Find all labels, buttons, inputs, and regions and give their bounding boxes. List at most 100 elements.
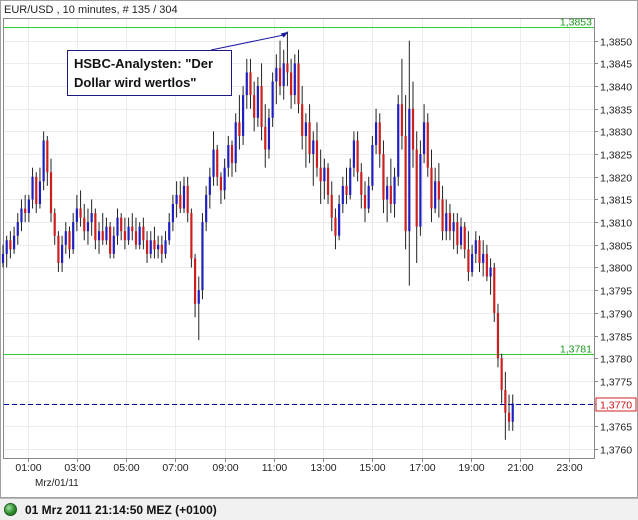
x-tick-label: 07:00 (162, 462, 188, 474)
candle-body-up (175, 194, 178, 204)
candle-body-up (164, 240, 167, 254)
candle-body-up (86, 222, 90, 232)
candle-body-up (116, 217, 119, 236)
y-tick-label: 1,3830 (600, 127, 632, 139)
candle-body-down (264, 126, 267, 150)
candle-body-up (511, 403, 514, 422)
date-label: Mrz/01/11 (35, 478, 79, 489)
candle-body-down (142, 226, 145, 241)
candle-body-down (145, 240, 149, 254)
level-label: 1,3853 (560, 17, 592, 29)
candle-body-down (426, 122, 429, 168)
candle-body-up (20, 208, 23, 223)
candle-body-down (467, 249, 470, 273)
candle-body-down (478, 240, 481, 263)
candle-body-down (400, 104, 404, 136)
status-timestamp: 01 Mrz 2011 21:14:50 MEZ (+0100) (25, 502, 217, 517)
candle-body-up (482, 253, 485, 263)
y-tick-label: 1,3790 (600, 309, 632, 321)
level-label: 1,3781 (560, 344, 592, 356)
y-tick-label: 1,3840 (600, 82, 632, 94)
candle-body-up (197, 290, 200, 304)
candle-body-down (290, 72, 293, 96)
candle-body-up (374, 122, 378, 146)
candle-body-up (397, 104, 400, 177)
candle-body-down (301, 104, 304, 136)
candle-body-down (230, 145, 234, 164)
candle-body-down (24, 208, 27, 214)
y-tick-label: 1,3815 (600, 195, 632, 207)
candle-body-up (474, 240, 477, 254)
candle-body-down (437, 181, 440, 200)
candle-body-down (109, 226, 112, 254)
candle-body-down (53, 213, 56, 236)
annotation-line-2: Dollar wird wertlos" (74, 75, 196, 90)
y-tick-label: 1,3850 (600, 37, 632, 49)
candle-body-down (219, 176, 223, 191)
candle-body-down (46, 140, 49, 173)
candle-body-down (493, 267, 496, 313)
candle-body-down (101, 231, 104, 241)
x-tick-label: 03:00 (64, 462, 90, 474)
candle-body-up (312, 140, 315, 155)
candle-body-down (123, 231, 126, 241)
annotation-line-1: HSBC-Analysten: "Der (74, 56, 213, 71)
candle-body-up (16, 222, 19, 236)
candle-body-down (253, 95, 256, 118)
candle-body-up (72, 222, 75, 250)
candle-body-down (79, 208, 82, 218)
candle-body-up (171, 203, 175, 223)
candle-body-down (57, 235, 60, 263)
candle-body-down (389, 185, 392, 204)
x-tick-label: 23:00 (556, 462, 582, 474)
candle-body-down (315, 140, 319, 168)
candle-body-up (90, 213, 93, 223)
candle-body-down (216, 149, 219, 177)
candle-body-up (5, 240, 8, 254)
candle-body-down (360, 172, 363, 195)
candle-body-down (186, 185, 189, 214)
candle-body-up (267, 117, 271, 150)
candle-body-down (404, 135, 407, 232)
candle-body-up (234, 122, 237, 164)
candle-body-down (500, 358, 503, 390)
x-tick-label: 17:00 (409, 462, 435, 474)
candle-body-up (208, 176, 211, 195)
candle-body-up (408, 108, 411, 232)
y-tick-label: 1,3810 (600, 218, 632, 230)
candle-body-up (38, 181, 42, 204)
candle-body-up (349, 167, 352, 195)
candle-body-down (430, 167, 433, 209)
candle-body-down (260, 86, 263, 127)
candle-body-down (278, 67, 282, 87)
candle-body-up (31, 176, 34, 200)
candle-body-up (27, 199, 30, 214)
candle-body-down (153, 240, 156, 250)
candle-body-down (334, 217, 337, 236)
candle-body-up (445, 213, 448, 232)
candle-body-down (411, 108, 415, 150)
chart-title: EUR/USD , 10 minutes, # 135 / 304 (4, 4, 178, 16)
candle-body-down (190, 213, 193, 259)
candle-body-down (68, 231, 71, 250)
y-tick-label: 1,3780 (600, 354, 632, 366)
candle-body-up (393, 176, 396, 204)
candle-body-down (83, 217, 86, 232)
candle-body-up (245, 72, 248, 96)
candle-body-up (352, 140, 356, 168)
candle-body-down (238, 122, 241, 136)
candle-body-down (382, 154, 385, 200)
candle-body-down (308, 122, 311, 155)
x-tick-label: 21:00 (507, 462, 533, 474)
candle-body-up (323, 167, 326, 182)
x-tick-label: 15:00 (359, 462, 385, 474)
candle-body-up (341, 185, 344, 204)
candle-body-up (367, 185, 370, 209)
candle-body-down (131, 226, 134, 232)
x-tick-label: 05:00 (113, 462, 139, 474)
candle-body-up (182, 185, 186, 209)
candle-body-down (179, 194, 182, 209)
y-tick-label: 1,3775 (600, 377, 632, 389)
candle-body-up (386, 185, 389, 200)
candle-body-up (282, 63, 285, 87)
